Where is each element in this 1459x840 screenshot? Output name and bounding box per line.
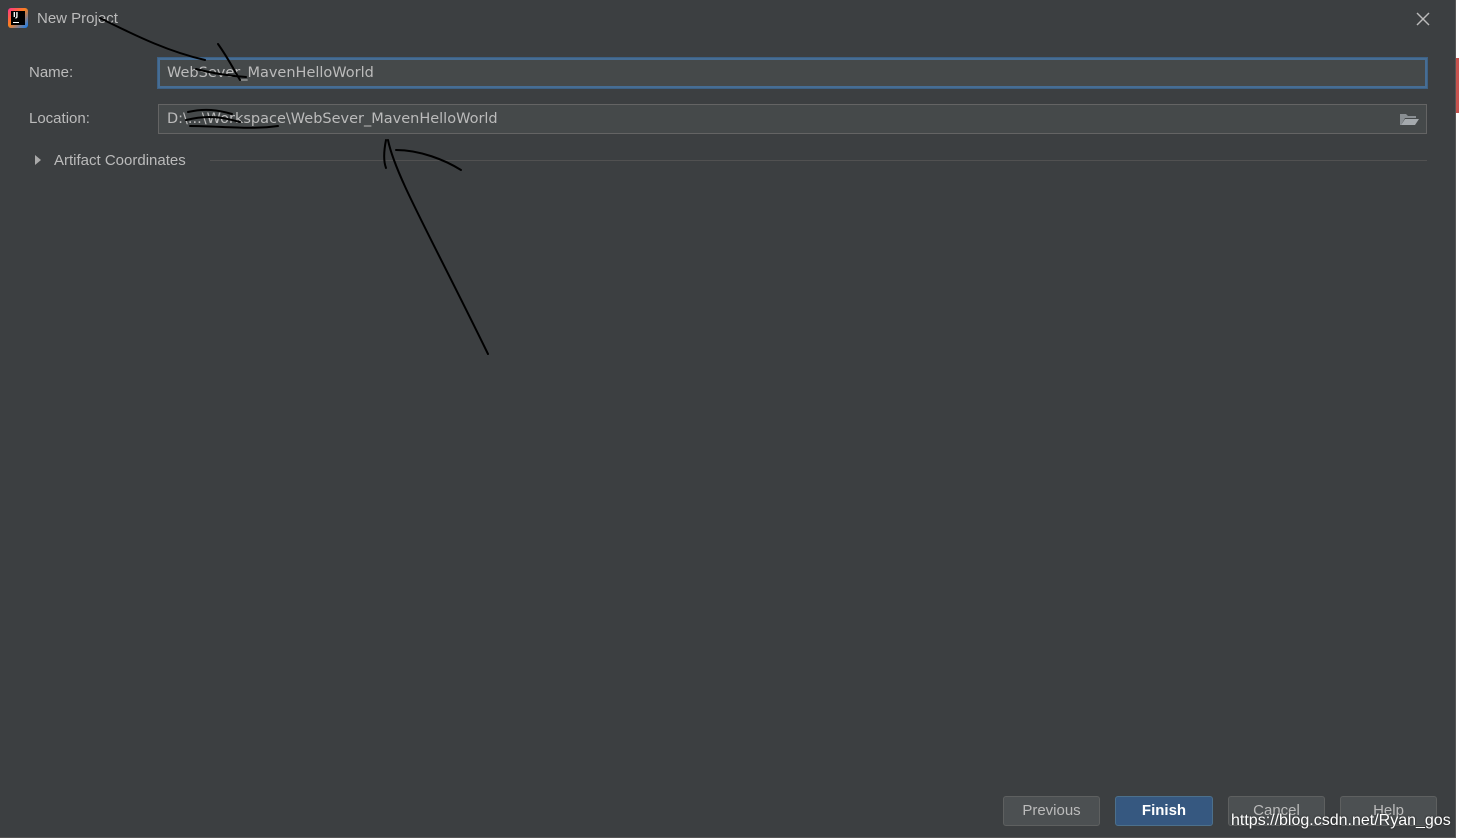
title-bar: IJ New Project [0,0,1455,38]
chevron-right-icon [35,155,41,165]
name-label: Name: [29,64,74,81]
project-name-input[interactable] [158,58,1427,88]
dialog-title: New Project [37,10,118,27]
project-location-input[interactable] [158,104,1427,134]
location-label: Location: [29,110,90,127]
watermark-text: https://blog.csdn.net/Ryan_gos [1231,812,1451,829]
artifact-coordinates-toggle[interactable]: Artifact Coordinates [30,150,186,170]
intellij-idea-icon-glyph: IJ [11,11,25,25]
previous-button[interactable]: Previous [1003,796,1100,826]
folder-open-icon[interactable] [1397,109,1421,129]
artifact-coordinates-label: Artifact Coordinates [54,151,186,169]
close-icon[interactable] [1413,9,1433,29]
finish-button[interactable]: Finish [1115,796,1213,826]
intellij-idea-icon: IJ [8,8,28,28]
section-divider [210,160,1427,161]
new-project-dialog: IJ New Project Name: Location: Artifact … [0,0,1456,838]
